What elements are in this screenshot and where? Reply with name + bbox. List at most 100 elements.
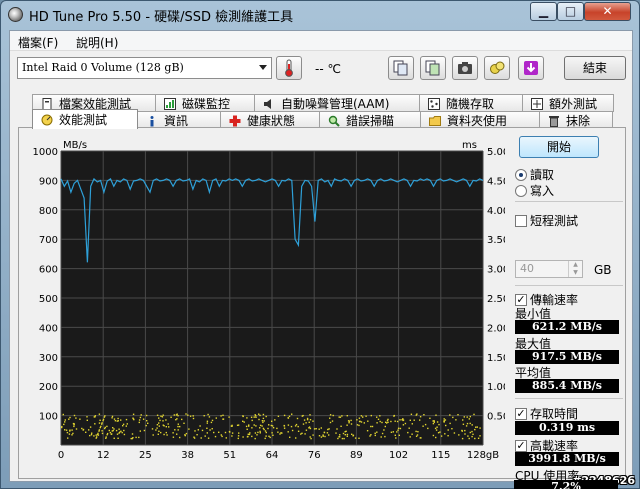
short-test-option[interactable]: 短程測試: [515, 212, 578, 229]
access-time-point: [384, 425, 386, 428]
access-time-point: [437, 432, 440, 434]
access-time-point: [208, 416, 211, 418]
access-time-point: [458, 434, 460, 436]
access-time-point: [433, 421, 435, 423]
access-time-point: [313, 428, 316, 430]
temperature-readout: -- ℃: [315, 62, 341, 76]
access-time-point: [62, 413, 64, 416]
write-radio[interactable]: [515, 184, 527, 197]
tab-extra-tests[interactable]: 額外測試: [522, 94, 614, 112]
access-time-point: [399, 419, 401, 421]
access-time-point: [251, 427, 253, 429]
access-time-point: [419, 437, 421, 439]
exit-button[interactable]: 結束: [564, 56, 626, 80]
access-time-point: [162, 414, 164, 416]
access-time-point: [447, 435, 449, 437]
burst-rate-value: 3991.8 MB/s: [515, 452, 619, 466]
menu-help[interactable]: 說明(H): [76, 34, 118, 51]
access-time-point: [108, 429, 110, 432]
access-time-point: [85, 431, 87, 433]
access-time-point: [72, 432, 74, 435]
y-tick-label-right: 2.50: [487, 294, 505, 305]
access-time-point: [385, 421, 387, 423]
close-button[interactable]: ✕: [584, 2, 631, 21]
access-time-point: [308, 421, 310, 423]
access-time-point: [113, 418, 116, 420]
tab-disk-monitor[interactable]: 磁碟監控: [155, 94, 255, 112]
access-time-point: [300, 433, 302, 435]
access-time-point: [225, 437, 227, 439]
y-axis-unit-left: MB/s: [63, 140, 87, 151]
access-time-point: [207, 413, 209, 416]
access-time-point: [113, 428, 115, 430]
title-bar[interactable]: HD Tune Pro 5.50 - 硬碟/SSD 檢測維護工具 ▁ □ ✕: [1, 1, 639, 27]
x-tick-label: 25: [139, 450, 152, 461]
tab-benchmark[interactable]: 效能測試: [32, 109, 138, 129]
copy-image-button[interactable]: [420, 56, 446, 80]
access-time-point: [105, 437, 107, 439]
access-time-point: [329, 421, 332, 424]
copy-info-button[interactable]: [388, 56, 414, 80]
menu-file[interactable]: 檔案(F): [18, 34, 58, 51]
spin-down-icon[interactable]: ▼: [568, 269, 582, 277]
y-tick-label-left: 400: [39, 323, 58, 334]
access-time-point: [277, 415, 280, 417]
tab-aam[interactable]: 自動噪聲管理(AAM): [254, 94, 420, 112]
tab-benchmark-label: 效能測試: [59, 113, 108, 127]
access-time-point: [452, 416, 454, 419]
access-time-point: [339, 416, 342, 418]
options-button[interactable]: [484, 56, 510, 80]
read-option[interactable]: 讀取: [515, 166, 554, 183]
access-time-point: [432, 422, 435, 425]
access-time-point: [393, 414, 395, 417]
access-time-point: [224, 431, 227, 434]
access-time-point: [116, 420, 118, 422]
access-time-point: [475, 426, 477, 428]
x-tick-label: 38: [181, 450, 194, 461]
access-time-point: [159, 419, 161, 422]
info-icon: [150, 115, 154, 126]
access-time-point: [243, 421, 245, 423]
short-test-size-input[interactable]: 40 ▲ ▼: [515, 260, 583, 278]
transfer-rate-checkbox[interactable]: ✓: [515, 293, 527, 306]
access-time-point: [366, 430, 369, 432]
read-radio[interactable]: [515, 168, 527, 181]
maximize-button[interactable]: □: [557, 2, 584, 21]
access-time-point: [221, 435, 223, 438]
temperature-button[interactable]: [276, 56, 302, 80]
access-time-point: [436, 421, 439, 423]
access-time-point: [231, 435, 233, 437]
access-time-point: [471, 430, 473, 433]
access-time-checkbox[interactable]: ✓: [515, 407, 527, 420]
access-time-point: [348, 422, 350, 424]
y-tick-label-left: 300: [39, 353, 58, 364]
access-time-point: [188, 428, 190, 430]
burst-rate-checkbox[interactable]: ✓: [515, 439, 527, 452]
access-time-point: [407, 431, 409, 434]
drive-select[interactable]: Intel Raid 0 Volume (128 gB): [17, 57, 272, 79]
minimize-button[interactable]: ▁: [530, 2, 557, 21]
start-button[interactable]: 開始: [519, 136, 599, 158]
access-time-label: 存取時間: [530, 407, 579, 421]
spin-up-icon[interactable]: ▲: [568, 261, 582, 269]
access-time-point: [187, 414, 189, 416]
access-time-point: [262, 417, 265, 420]
short-test-checkbox[interactable]: [515, 214, 527, 227]
access-time-point: [469, 431, 471, 434]
access-time-point: [390, 431, 393, 433]
access-time-point: [340, 425, 342, 427]
tab-random-access[interactable]: 隨機存取: [419, 94, 523, 112]
tab-disk-monitor-label: 磁碟監控: [182, 97, 231, 111]
write-option[interactable]: 寫入: [515, 182, 554, 199]
download-button[interactable]: [518, 56, 544, 80]
screenshot-button[interactable]: [452, 56, 478, 80]
access-time-point: [341, 415, 343, 417]
access-time-point: [445, 424, 447, 427]
access-time-option[interactable]: ✓ 存取時間: [515, 405, 578, 422]
access-time-point: [415, 430, 417, 433]
access-time-point: [118, 428, 120, 430]
access-time-point: [424, 423, 427, 426]
x-tick-label: 128gB: [467, 450, 499, 461]
access-time-point: [374, 434, 376, 437]
access-time-point: [131, 433, 134, 435]
